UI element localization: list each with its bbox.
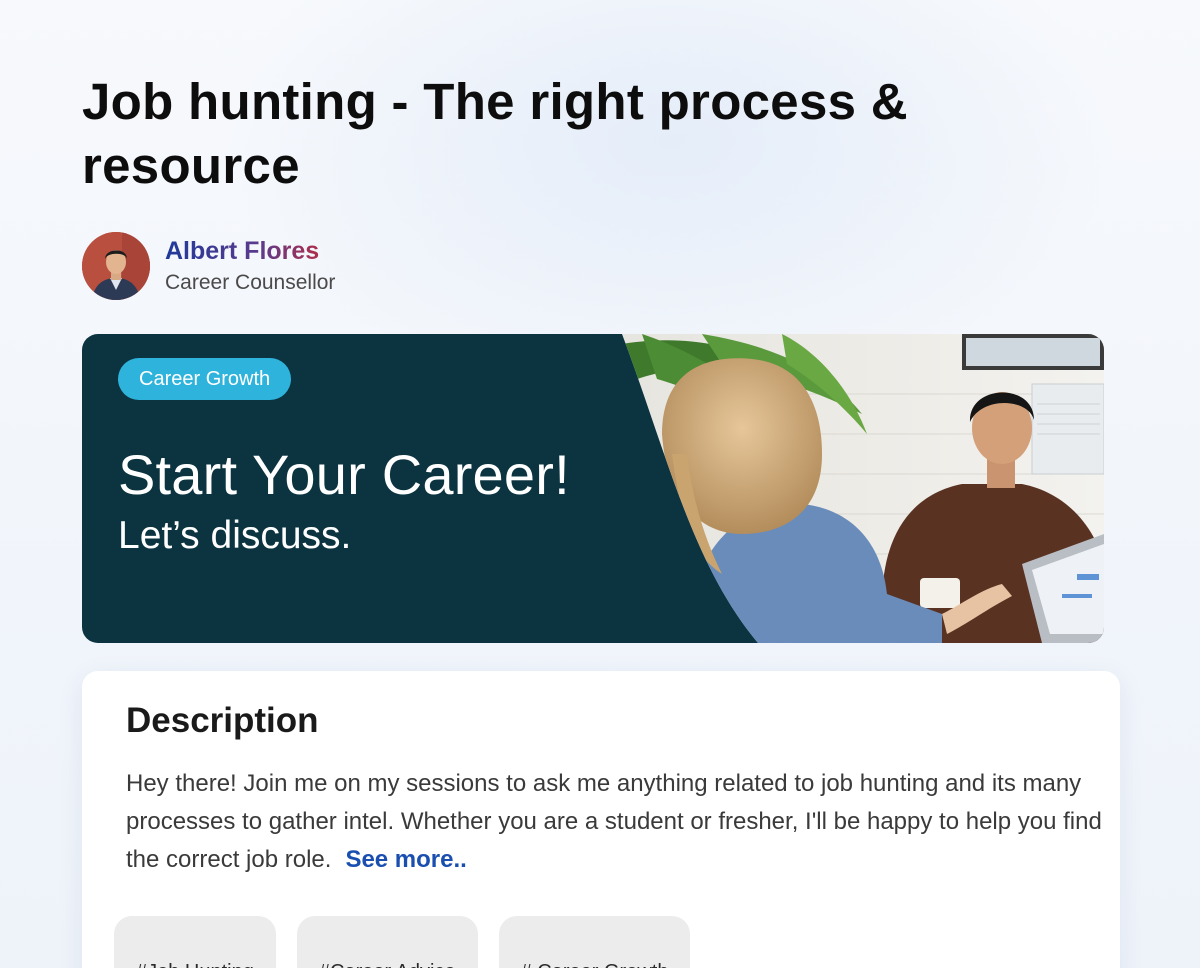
banner-headline: Start Your Career! bbox=[118, 443, 570, 506]
category-chip[interactable]: Career Growth bbox=[118, 358, 292, 400]
tag-career-growth[interactable]: # Career Growth bbox=[498, 916, 691, 968]
description-body: Hey there! Join me on my sessions to ask… bbox=[126, 770, 1102, 873]
tag-career-advice[interactable]: #Career Advice bbox=[296, 916, 478, 968]
tag-list: #Job Hunting #Career Advice # Career Gro… bbox=[114, 916, 691, 968]
description-card: Description Hey there! Join me on my ses… bbox=[82, 671, 1120, 968]
see-more-link[interactable]: See more.. bbox=[345, 846, 466, 873]
avatar[interactable] bbox=[82, 232, 150, 300]
author-role: Career Counsellor bbox=[165, 271, 336, 294]
author-block[interactable]: Albert Flores Career Counsellor bbox=[82, 232, 335, 300]
banner-subheadline: Let’s discuss. bbox=[118, 514, 352, 557]
description-heading: Description bbox=[126, 701, 319, 740]
page-title: Job hunting - The right process & resour… bbox=[82, 73, 908, 194]
hero-banner[interactable]: Career Growth Start Your Career! Let’s d… bbox=[82, 334, 1104, 643]
author-name[interactable]: Albert Flores bbox=[165, 234, 335, 268]
description-text: Hey there! Join me on my sessions to ask… bbox=[126, 765, 1116, 879]
tag-job-hunting[interactable]: #Job Hunting bbox=[114, 916, 276, 968]
